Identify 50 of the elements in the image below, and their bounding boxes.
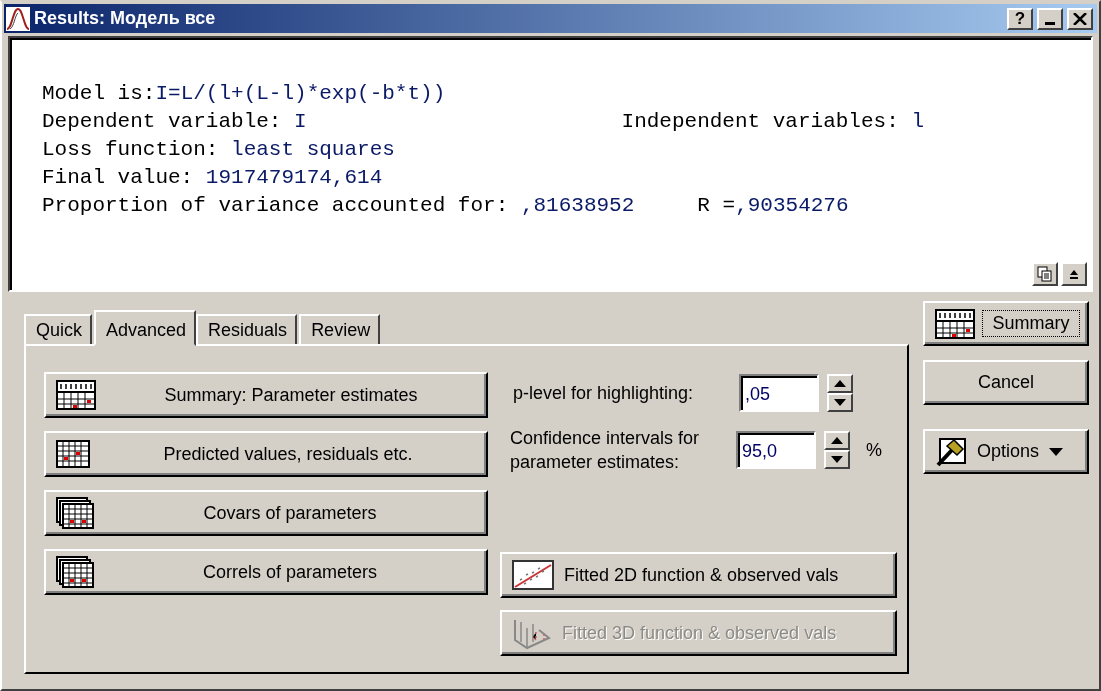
close-icon bbox=[1073, 12, 1087, 25]
number-field[interactable]: 95,0 bbox=[736, 431, 816, 469]
tab[interactable]: Review bbox=[299, 314, 381, 344]
hammer-icon bbox=[935, 436, 967, 467]
result-button[interactable]: Summary: Parameter estimates bbox=[44, 372, 488, 418]
help-button[interactable]: ? bbox=[1007, 7, 1033, 30]
minimize-icon bbox=[1045, 21, 1055, 25]
stacked-tables-icon bbox=[56, 556, 94, 588]
spin-down-button[interactable] bbox=[827, 393, 853, 412]
window-title: Results: Модель все bbox=[34, 8, 217, 29]
output-text: Model is:I=L/(l+(L-l)*exp(-b*t)) bbox=[42, 81, 446, 107]
copy-button[interactable] bbox=[1032, 262, 1058, 286]
setting-label: p-level for highlighting: bbox=[513, 382, 695, 405]
tab[interactable]: Residuals bbox=[196, 314, 298, 344]
side-button[interactable]: Summary bbox=[923, 301, 1089, 346]
output-text: Loss function: least squares bbox=[42, 137, 395, 163]
graph-button[interactable]: Fitted 2D function & observed vals bbox=[500, 552, 897, 598]
side-button[interactable]: Options bbox=[923, 429, 1089, 474]
result-button[interactable]: Predicted values, residuals etc. bbox=[44, 431, 488, 477]
output-text: R =,90354276 bbox=[697, 193, 849, 219]
copy-icon bbox=[1037, 266, 1053, 282]
result-button[interactable]: Covars of parameters bbox=[44, 490, 488, 536]
output-text: Final value: 1917479174,614 bbox=[42, 165, 383, 191]
up-arrow-icon bbox=[834, 380, 846, 387]
tab[interactable]: Advanced bbox=[94, 310, 197, 346]
minimize-button[interactable] bbox=[1037, 7, 1063, 30]
down-arrow-icon bbox=[834, 399, 846, 406]
bell-curve-icon bbox=[6, 6, 30, 31]
spin-up-button[interactable] bbox=[824, 431, 850, 450]
output-text: Proportion of variance accounted for: ,81638952 bbox=[42, 193, 635, 219]
summary-table-icon bbox=[56, 380, 96, 410]
spin-up-button[interactable] bbox=[827, 374, 853, 393]
dropdown-caret-icon bbox=[1049, 447, 1064, 456]
collapse-button[interactable] bbox=[1061, 262, 1087, 286]
output-text: Dependent variable: I bbox=[42, 109, 307, 135]
result-button[interactable]: Correls of parameters bbox=[44, 549, 488, 595]
output-text: Independent variables: l bbox=[621, 109, 924, 135]
collapse-icon bbox=[1068, 268, 1080, 280]
summary-table-icon bbox=[935, 308, 975, 339]
side-button[interactable]: Cancel bbox=[923, 360, 1089, 405]
table-icon bbox=[56, 440, 90, 468]
tab[interactable]: Quick bbox=[24, 314, 92, 344]
spin-down-button[interactable] bbox=[824, 450, 850, 469]
stacked-tables-icon bbox=[56, 497, 94, 529]
down-arrow-icon bbox=[831, 456, 843, 463]
percent-unit: % bbox=[866, 439, 882, 461]
number-field[interactable]: ,05 bbox=[739, 374, 819, 412]
up-arrow-icon bbox=[831, 437, 843, 444]
setting-label: Confidence intervals for parameter estimates: bbox=[510, 427, 701, 474]
close-button[interactable] bbox=[1067, 7, 1093, 30]
